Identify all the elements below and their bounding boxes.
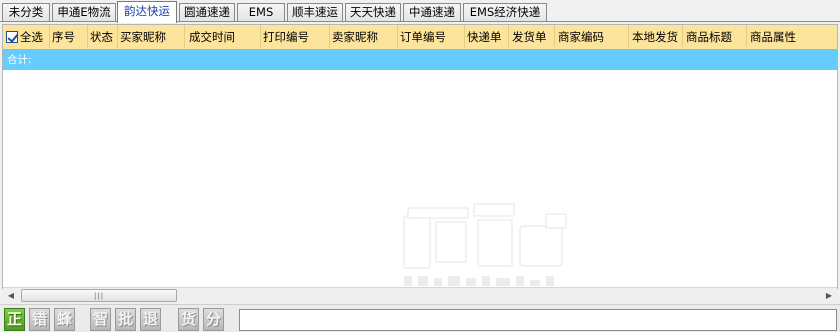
column-header[interactable]: 成交时间 <box>185 25 261 50</box>
bottom-toolbar: 正 错 蜂 智 批 退 货 分 <box>0 304 840 332</box>
tab-sf-express[interactable]: 顺丰速运 <box>287 3 343 22</box>
column-header[interactable]: 买家昵称 <box>118 25 185 50</box>
bee-button[interactable]: 蜂 <box>54 308 75 331</box>
select-all-checkbox[interactable] <box>6 31 18 43</box>
correct-button[interactable]: 正 <box>4 308 25 331</box>
scroll-right-icon[interactable]: ▶ <box>821 288 837 303</box>
total-label: 合计: <box>7 54 32 66</box>
column-header[interactable]: 序号 <box>50 25 88 50</box>
batch-button[interactable]: 批 <box>115 308 136 331</box>
grid-header-row: 全选 序号 状态 买家昵称 成交时间 打印编号 卖家昵称 订单编号 快递单 发货… <box>3 25 837 50</box>
scroll-left-icon[interactable]: ◀ <box>3 288 19 303</box>
status-field[interactable] <box>239 309 837 331</box>
carrier-tabstrip: 未分类 申通E物流 韵达快运 圆通速递 EMS 顺丰速运 天天快递 中通速递 E… <box>0 0 840 23</box>
scrollbar-thumb[interactable]: ||| <box>21 289 177 302</box>
tab-sto-express[interactable]: 申通E物流 <box>52 3 116 22</box>
goods-button[interactable]: 货 <box>178 308 199 331</box>
total-row: 合计: <box>3 50 837 70</box>
select-all-label: 全选 <box>20 30 43 44</box>
smart-button[interactable]: 智 <box>90 308 111 331</box>
column-header[interactable]: 商品属性 <box>747 25 837 50</box>
order-grid[interactable]: 全选 序号 状态 买家昵称 成交时间 打印编号 卖家昵称 订单编号 快递单 发货… <box>2 24 838 289</box>
column-header[interactable]: 订单编号 <box>398 25 465 50</box>
error-button[interactable]: 错 <box>29 308 50 331</box>
tab-ems[interactable]: EMS <box>237 3 285 22</box>
tab-tiantian-express[interactable]: 天天快递 <box>345 3 401 22</box>
column-header[interactable]: 卖家昵称 <box>330 25 398 50</box>
tab-unclassified[interactable]: 未分类 <box>2 3 50 22</box>
tab-yto-express[interactable]: 圆通速递 <box>179 3 235 22</box>
tab-ems-economy[interactable]: EMS经济快递 <box>463 3 547 22</box>
split-button[interactable]: 分 <box>203 308 224 331</box>
tab-yunda-express[interactable]: 韵达快运 <box>117 1 177 23</box>
header-select-all[interactable]: 全选 <box>3 25 50 50</box>
column-header[interactable]: 本地发货 <box>629 25 683 50</box>
tab-zto-express[interactable]: 中通速递 <box>403 3 461 22</box>
column-header[interactable]: 商家编码 <box>555 25 629 50</box>
column-header[interactable]: 发货单 <box>509 25 555 50</box>
grip-icon: ||| <box>94 292 105 300</box>
column-header[interactable]: 状态 <box>88 25 118 50</box>
column-header[interactable]: 商品标题 <box>683 25 747 50</box>
column-header[interactable]: 打印编号 <box>261 25 330 50</box>
horizontal-scrollbar[interactable]: ◀ ||| ▶ <box>3 287 837 303</box>
return-button[interactable]: 退 <box>140 308 161 331</box>
column-header[interactable]: 快递单 <box>465 25 509 50</box>
